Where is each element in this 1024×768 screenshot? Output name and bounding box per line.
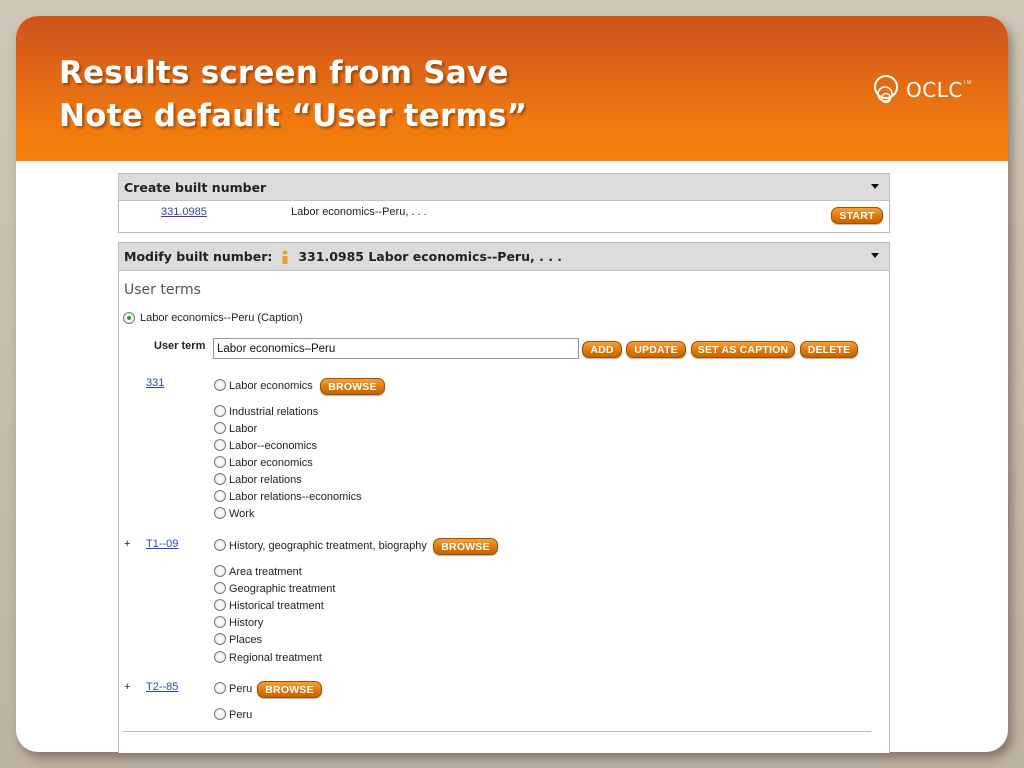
term-radio[interactable]: [214, 422, 226, 434]
term-radio[interactable]: [214, 456, 226, 468]
create-panel-header[interactable]: Create built number: [119, 174, 889, 201]
browse-button[interactable]: BROWSE: [433, 538, 498, 555]
heading-radio[interactable]: [214, 539, 226, 551]
start-button[interactable]: START: [831, 207, 883, 224]
delete-button[interactable]: DELETE: [800, 341, 858, 358]
built-number-link[interactable]: 331.0985: [161, 206, 207, 218]
title-line-2: Note default “User terms”: [59, 98, 528, 134]
oclc-logo-text: OCLC: [906, 78, 963, 102]
term-label: Labor--economics: [229, 440, 318, 452]
title-line-1: Results screen from Save: [59, 55, 509, 91]
slide-banner: Results screen from Save Note default “U…: [16, 16, 1008, 161]
set-as-caption-button[interactable]: SET AS CAPTION: [691, 341, 795, 358]
term-radio[interactable]: [214, 439, 226, 451]
term-label: Labor relations--economics: [229, 491, 362, 503]
term-radio[interactable]: [214, 582, 226, 594]
term-radio[interactable]: [214, 708, 226, 720]
term-radio[interactable]: [214, 565, 226, 577]
add-button[interactable]: ADD: [582, 341, 622, 358]
term-radio[interactable]: [214, 633, 226, 645]
modify-built-number-panel: Modify built number: 331.0985 Labor econ…: [118, 242, 890, 753]
chevron-down-icon[interactable]: [871, 184, 879, 189]
selected-term-label: Labor economics--Peru (Caption): [140, 312, 303, 324]
oclc-logo: OCLC TM: [872, 74, 972, 106]
heading-label: Labor economics: [229, 380, 313, 392]
update-button[interactable]: UPDATE: [626, 341, 686, 358]
slide-title: Results screen from Save Note default “U…: [59, 52, 527, 138]
oclc-logo-icon: [874, 75, 898, 104]
group-number-link[interactable]: 331: [146, 377, 164, 389]
modify-panel-label: Modify built number:: [124, 249, 273, 264]
modify-panel-header[interactable]: Modify built number: 331.0985 Labor econ…: [119, 243, 889, 271]
user-term-label: User term: [154, 340, 206, 352]
user-term-input[interactable]: [213, 338, 579, 359]
browse-button[interactable]: BROWSE: [320, 378, 385, 395]
term-label: Places: [229, 634, 263, 646]
term-label: Labor relations: [229, 474, 302, 486]
term-label: History: [229, 617, 264, 629]
term-label: Area treatment: [229, 566, 302, 578]
term-label: Labor: [229, 423, 258, 435]
modify-panel-value: 331.0985 Labor economics--Peru, . . .: [298, 249, 563, 264]
trademark: TM: [962, 80, 972, 86]
info-icon: [282, 250, 288, 264]
heading-label: Peru: [229, 683, 253, 695]
term-radio[interactable]: [214, 473, 226, 485]
group-number-link[interactable]: T1--09: [146, 538, 178, 550]
term-radio[interactable]: [214, 507, 226, 519]
group-number-link[interactable]: T2--85: [146, 681, 178, 693]
term-radio[interactable]: [214, 490, 226, 502]
expand-icon[interactable]: +: [124, 681, 130, 693]
term-radio[interactable]: [214, 616, 226, 628]
expand-icon[interactable]: +: [124, 538, 130, 550]
term-label: Labor economics: [229, 457, 313, 469]
built-number-caption: Labor economics--Peru, . . .: [291, 206, 427, 218]
term-radio[interactable]: [214, 405, 226, 417]
term-label: Historical treatment: [229, 600, 324, 612]
create-panel-title: Create built number: [124, 179, 267, 195]
term-label: Geographic treatment: [229, 583, 336, 595]
heading-radio[interactable]: [214, 682, 226, 694]
term-radio[interactable]: [214, 599, 226, 611]
term-label: Peru: [229, 709, 253, 721]
term-label: Industrial relations: [229, 406, 319, 418]
heading-radio[interactable]: [214, 379, 226, 391]
term-label: Work: [229, 508, 255, 520]
term-label: Regional treatment: [229, 652, 322, 664]
divider: [123, 731, 871, 732]
user-terms-heading: User terms: [124, 282, 201, 298]
heading-label: History, geographic treatment, biography: [229, 540, 427, 552]
create-built-number-panel: Create built number 331.0985 Labor econo…: [118, 173, 890, 233]
term-radio[interactable]: [214, 651, 226, 663]
chevron-down-icon[interactable]: [871, 253, 879, 258]
browse-button[interactable]: BROWSE: [257, 681, 322, 698]
selected-term-radio[interactable]: [123, 312, 135, 324]
